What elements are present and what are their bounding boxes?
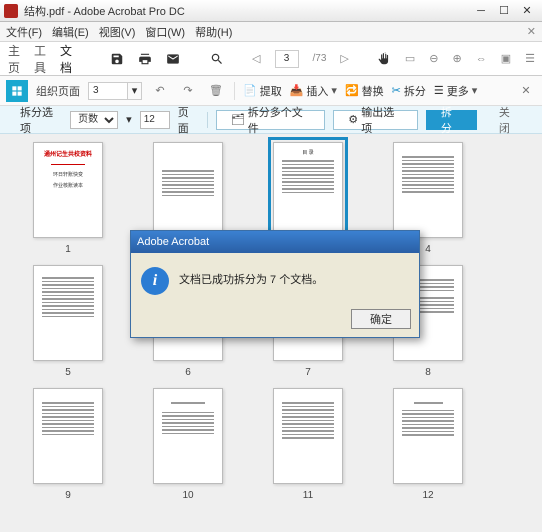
titlebar: 结构.pdf - Adobe Acrobat Pro DC ─ ☐ ✕ <box>0 0 542 22</box>
thumb-label: 1 <box>65 244 71 255</box>
page-thumb-11[interactable] <box>273 388 343 484</box>
split-go-button[interactable]: 拆分 <box>426 110 477 130</box>
hand-icon[interactable] <box>377 50 391 68</box>
insert-icon: 📥 <box>290 84 304 97</box>
more-button[interactable]: ☰更多▾ <box>434 83 477 99</box>
select-icon[interactable]: ▭ <box>405 50 415 68</box>
extract-icon: 📄 <box>243 84 257 97</box>
minimize-button[interactable]: ─ <box>470 3 492 19</box>
fit-width-icon[interactable]: ⇔ <box>476 50 487 68</box>
split-options-bar: 拆分选项 页数 ▾ 页面 🗂 拆分多个文件 ⚙ 输出选项 拆分 关闭 <box>0 106 542 134</box>
organize-toolbar: 组织页面 ▾ ↶ ↷ 🗑 📄提取 📥插入▾ 🔁替换 ✂拆分 ☰更多▾ ✕ <box>0 76 542 106</box>
page-thumb-2[interactable] <box>153 142 223 238</box>
dialog-ok-button[interactable]: 确定 <box>351 309 411 329</box>
thumb-label: 6 <box>185 367 191 378</box>
thumb-label: 11 <box>303 490 313 501</box>
page-thumb-3[interactable]: 目 录 <box>273 142 343 238</box>
files-icon: 🗂 <box>231 113 245 126</box>
save-icon[interactable] <box>108 50 126 68</box>
replace-icon: 🔁 <box>345 84 359 97</box>
thumb-label: 12 <box>422 490 433 501</box>
page-thumb-12[interactable] <box>393 388 463 484</box>
app-icon <box>4 4 18 18</box>
page-prev-icon[interactable]: ◁ <box>252 50 260 68</box>
alert-dialog: Adobe Acrobat i 文档已成功拆分为 7 个文档。 确定 <box>130 230 420 338</box>
dialog-message: 文档已成功拆分为 7 个文档。 <box>179 267 323 287</box>
menubar: 文件(F) 编辑(E) 视图(V) 窗口(W) 帮助(H) ✕ <box>0 22 542 42</box>
print-icon[interactable] <box>136 50 154 68</box>
rotate-left-icon[interactable]: ↶ <box>150 81 170 101</box>
rotate-right-icon[interactable]: ↷ <box>178 81 198 101</box>
page-total: /73 <box>313 53 327 64</box>
zoom-in-icon[interactable]: ⊕ <box>453 50 462 68</box>
page-thumb-1[interactable]: 通州记生共校资料环日轩账快变作业核账读本 <box>33 142 103 238</box>
thumb-label: 7 <box>305 367 311 378</box>
separator <box>207 112 208 128</box>
menu-edit[interactable]: 编辑(E) <box>52 24 89 40</box>
tab-home[interactable]: 主页 <box>8 42 20 76</box>
separator <box>234 82 235 100</box>
split-mode-select[interactable]: 页数 <box>70 111 118 129</box>
window-title: 结构.pdf - Adobe Acrobat Pro DC <box>24 3 469 19</box>
extract-button[interactable]: 📄提取 <box>243 83 282 99</box>
split-count-input[interactable] <box>140 111 170 129</box>
gear-icon: ⚙ <box>348 113 358 126</box>
close-button[interactable]: ✕ <box>516 3 538 19</box>
main-toolbar: 主页 工具 文档 ◁ /73 ▷ ▭ ⊖ ⊕ ⇔ ▣ ☰ ✎ 登录 <box>0 42 542 76</box>
split-multiple-button[interactable]: 🗂 拆分多个文件 <box>216 110 326 130</box>
page-thumb-9[interactable] <box>33 388 103 484</box>
thumb-label: 8 <box>425 367 431 378</box>
menu-file[interactable]: 文件(F) <box>6 24 42 40</box>
split-unit-label: 页面 <box>178 104 199 136</box>
delete-page-icon[interactable]: 🗑 <box>206 81 226 101</box>
split-options-label: 拆分选项 <box>20 104 62 136</box>
page-number-input[interactable] <box>275 50 299 68</box>
organize-pages-icon[interactable] <box>6 80 28 102</box>
replace-button[interactable]: 🔁替换 <box>345 83 384 99</box>
maximize-button[interactable]: ☐ <box>493 3 515 19</box>
menu-window[interactable]: 窗口(W) <box>145 24 185 40</box>
thumb-label: 9 <box>65 490 71 501</box>
mail-icon[interactable] <box>164 50 182 68</box>
zoom-out-icon[interactable]: ⊖ <box>429 50 438 68</box>
tab-tools[interactable]: 工具 <box>34 42 46 76</box>
info-icon: i <box>141 267 169 295</box>
thumb-label: 10 <box>182 490 193 501</box>
search-icon[interactable] <box>210 50 224 68</box>
dialog-title: Adobe Acrobat <box>131 231 419 253</box>
split-close-button[interactable]: 关闭 <box>485 110 534 130</box>
menu-help[interactable]: 帮助(H) <box>195 24 232 40</box>
more-icon: ☰ <box>434 84 444 97</box>
split-button[interactable]: ✂拆分 <box>392 83 426 99</box>
page-next-icon[interactable]: ▷ <box>340 50 348 68</box>
read-mode-icon[interactable]: ☰ <box>525 50 535 68</box>
menu-view[interactable]: 视图(V) <box>99 24 136 40</box>
output-options-button[interactable]: ⚙ 输出选项 <box>333 110 418 130</box>
page-thumb-5[interactable] <box>33 265 103 361</box>
close-panel-icon[interactable]: ✕ <box>516 81 536 101</box>
insert-button[interactable]: 📥插入▾ <box>290 83 337 99</box>
menubar-close-icon[interactable]: ✕ <box>527 25 536 38</box>
thumb-label: 4 <box>425 244 431 255</box>
scissors-icon: ✂ <box>392 84 401 97</box>
tab-document[interactable]: 文档 <box>60 42 72 76</box>
fit-page-icon[interactable]: ▣ <box>501 50 511 68</box>
thumb-label: 5 <box>65 367 71 378</box>
org-page-input[interactable] <box>88 82 128 100</box>
org-page-dropdown[interactable]: ▾ <box>128 82 142 100</box>
organize-label: 组织页面 <box>36 83 80 99</box>
page-thumb-10[interactable] <box>153 388 223 484</box>
page-thumb-4[interactable] <box>393 142 463 238</box>
